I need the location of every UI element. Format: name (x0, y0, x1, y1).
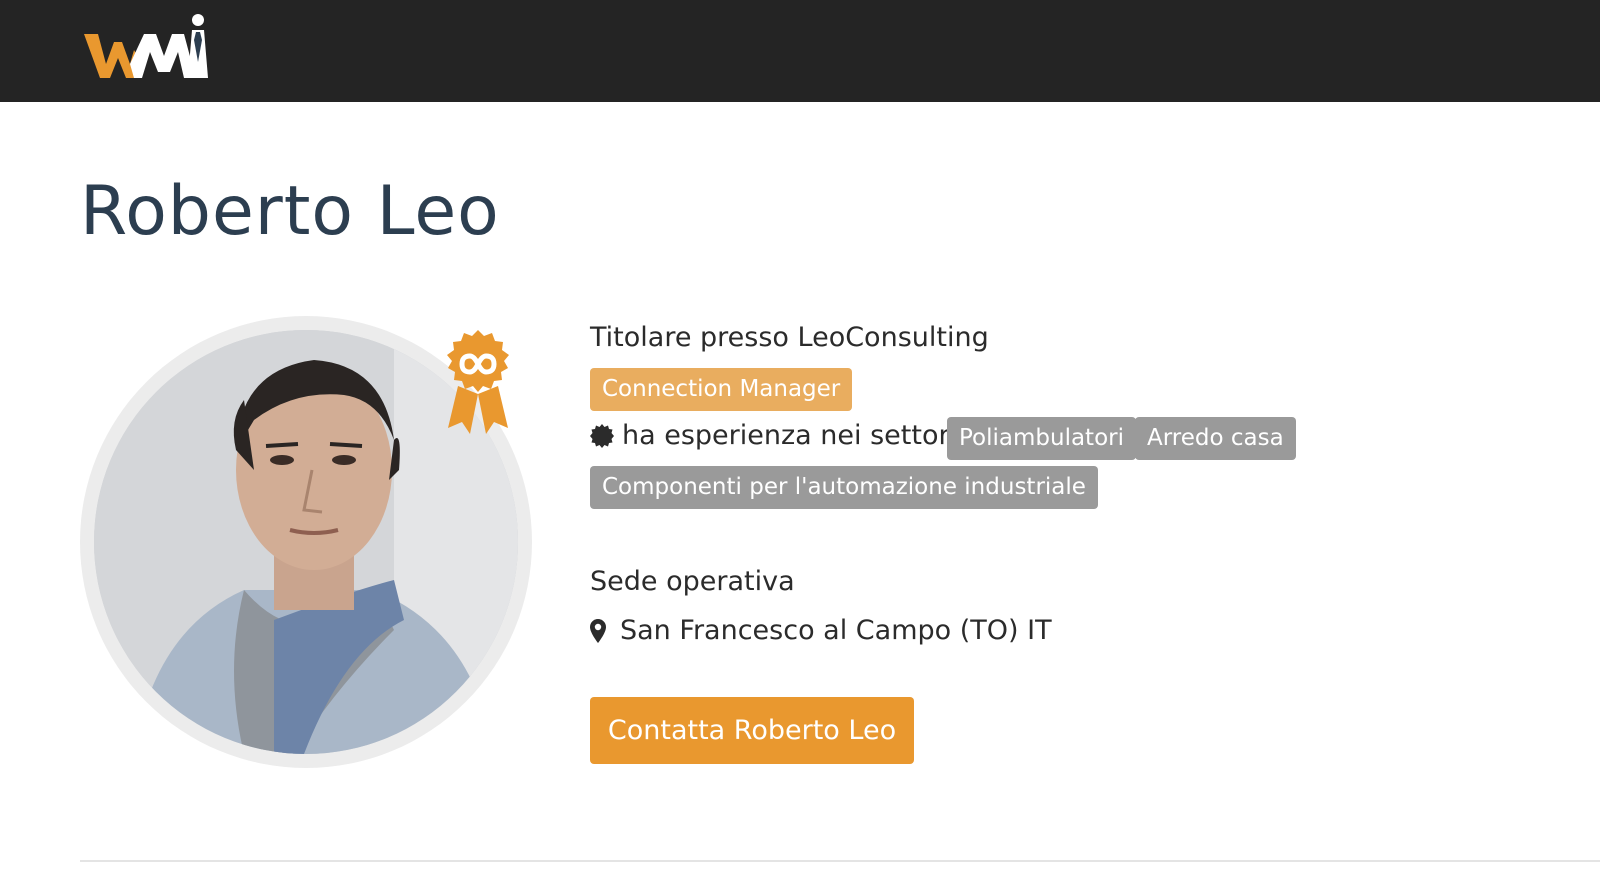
contact-button[interactable]: Contatta Roberto Leo (590, 697, 914, 764)
job-title: Titolare presso LeoConsulting (590, 322, 989, 353)
location-line: San Francesco al Campo (TO) IT (590, 615, 1052, 646)
connection-manager-badge-icon (440, 330, 516, 438)
role-tag: Connection Manager (590, 368, 853, 411)
experience-label: ha esperienza nei settori: (622, 420, 967, 451)
experience-line: ha esperienza nei settori: (590, 420, 966, 451)
location-heading: Sede operativa (590, 566, 795, 597)
sector-tag: Componenti per l'automazione industriale (590, 466, 1098, 509)
ribbon-badge-icon (447, 330, 509, 434)
wmi-logo-icon (84, 14, 208, 78)
wmi-logo[interactable] (84, 12, 214, 84)
location-text: San Francesco al Campo (TO) IT (620, 615, 1052, 646)
map-marker-icon (590, 618, 606, 643)
sector-tag: Poliambulatori (947, 417, 1136, 460)
certificate-icon (590, 423, 614, 448)
top-navbar (0, 0, 1600, 102)
section-divider (80, 860, 1600, 862)
profile-name: Roberto Leo (80, 172, 500, 251)
sector-tag: Arredo casa (1135, 417, 1296, 460)
